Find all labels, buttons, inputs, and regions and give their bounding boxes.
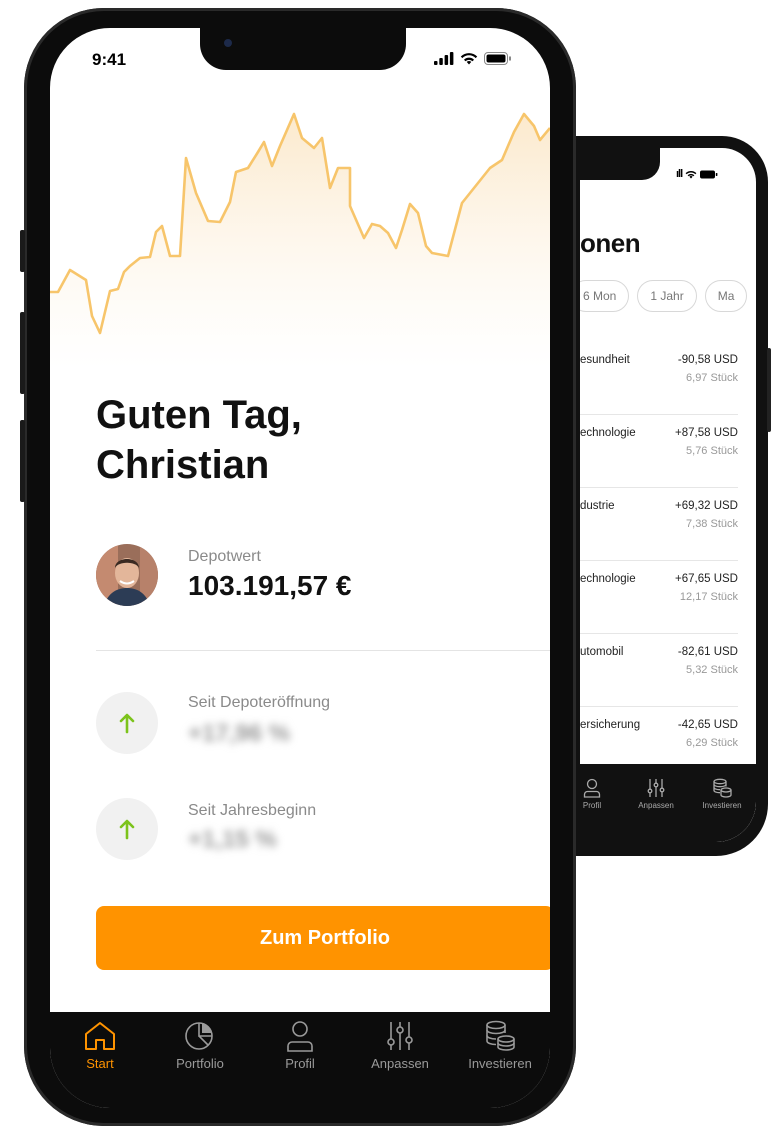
sector-label: esundheit bbox=[580, 354, 630, 366]
nav-item-start[interactable]: Start bbox=[50, 1020, 150, 1071]
battery-icon bbox=[484, 52, 511, 65]
list-item[interactable]: esundheit -90,58 USD 6,97 Stück bbox=[580, 342, 738, 415]
chart-area bbox=[50, 114, 550, 368]
nav-label: Investieren bbox=[702, 801, 742, 810]
volume-down-button bbox=[20, 420, 25, 502]
portfolio-chart bbox=[50, 28, 550, 368]
phone-screen: 9:41 Guten Tag, Christian Depotwert 103.… bbox=[50, 28, 550, 1108]
to-portfolio-button[interactable]: Zum Portfolio bbox=[96, 906, 550, 970]
sector-label: echnologie bbox=[580, 427, 636, 439]
nav-item-profil[interactable]: Profil bbox=[250, 1020, 350, 1071]
since-opening-value: +17,96 % bbox=[188, 720, 291, 747]
positions-list: esundheit -90,58 USD 6,97 Stück echnolog… bbox=[580, 342, 738, 780]
bottom-nav: Start Portfolio Profil Anpassen Investie… bbox=[50, 1012, 550, 1108]
sector-label: echnologie bbox=[580, 573, 636, 585]
time-filter-bar: 6 Mon 1 Jahr Ma bbox=[580, 280, 748, 312]
home-icon bbox=[85, 1022, 115, 1050]
list-item[interactable]: dustrie +69,32 USD 7,38 Stück bbox=[580, 488, 738, 561]
wifi-icon bbox=[685, 170, 697, 178]
nav-label: Start bbox=[86, 1056, 114, 1071]
nav-label: Profil bbox=[285, 1056, 315, 1071]
page-title: onen bbox=[580, 228, 641, 258]
notch bbox=[200, 28, 406, 70]
user-icon bbox=[287, 1021, 313, 1052]
filter-chip-1-year[interactable]: 1 Jahr bbox=[637, 280, 697, 312]
quantity-value: 12,17 Stück bbox=[679, 591, 738, 603]
depot-value: 103.191,57 € bbox=[188, 570, 352, 601]
nav-item-anpassen[interactable]: Anpassen bbox=[626, 778, 686, 810]
bottom-nav: Profil Anpassen Investieren bbox=[580, 764, 756, 842]
status-bar: ıll bbox=[676, 168, 718, 180]
avatar[interactable] bbox=[96, 544, 158, 606]
nav-item-profil[interactable]: Profil bbox=[580, 778, 622, 810]
quantity-value: 6,97 Stück bbox=[686, 372, 738, 384]
wifi-icon bbox=[460, 53, 478, 65]
quantity-value: 5,32 Stück bbox=[686, 664, 738, 676]
depot-label: Depotwert bbox=[188, 548, 261, 565]
nav-label: Investieren bbox=[468, 1056, 532, 1071]
sector-label: utomobil bbox=[580, 646, 624, 658]
nav-item-investieren[interactable]: Investieren bbox=[450, 1020, 550, 1071]
arrow-up-icon bbox=[119, 713, 135, 734]
sliders-icon bbox=[647, 779, 665, 797]
amount-value: +67,65 USD bbox=[675, 573, 738, 585]
coins-icon bbox=[713, 778, 732, 798]
pie-chart-icon bbox=[185, 1022, 213, 1050]
performance-indicator bbox=[96, 798, 158, 860]
nav-item-investieren[interactable]: Investieren bbox=[692, 778, 752, 810]
amount-value: +69,32 USD bbox=[675, 500, 738, 512]
avatar-image bbox=[96, 544, 158, 606]
nav-label: Portfolio bbox=[176, 1056, 224, 1071]
since-opening-label: Seit Depoteröffnung bbox=[188, 694, 331, 711]
status-icons bbox=[434, 52, 512, 65]
nav-item-anpassen[interactable]: Anpassen bbox=[350, 1020, 450, 1071]
amount-value: -82,61 USD bbox=[677, 646, 738, 658]
sliders-icon bbox=[387, 1022, 413, 1050]
sector-label: dustrie bbox=[580, 500, 615, 512]
camera-icon bbox=[224, 39, 232, 47]
list-item[interactable]: echnologie +67,65 USD 12,17 Stück bbox=[580, 561, 738, 634]
quantity-value: 7,38 Stück bbox=[686, 518, 738, 530]
quantity-value: 6,29 Stück bbox=[686, 737, 738, 749]
nav-item-portfolio[interactable]: Portfolio bbox=[150, 1020, 250, 1071]
greeting-heading: Guten Tag, Christian bbox=[96, 390, 516, 490]
filter-chip-6-months[interactable]: 6 Mon bbox=[580, 280, 630, 312]
amount-value: +87,58 USD bbox=[675, 427, 738, 439]
signal-icon: ıll bbox=[676, 168, 683, 180]
portfolio-chart-svg bbox=[50, 112, 550, 368]
battery-icon bbox=[700, 170, 718, 178]
amount-value: -42,65 USD bbox=[677, 719, 738, 731]
list-item[interactable]: utomobil -82,61 USD 5,32 Stück bbox=[580, 634, 738, 707]
mute-switch bbox=[20, 230, 25, 272]
volume-up-button bbox=[20, 312, 25, 394]
divider bbox=[96, 650, 550, 651]
side-button bbox=[767, 348, 771, 432]
status-time: 9:41 bbox=[92, 50, 127, 69]
performance-indicator bbox=[96, 692, 158, 754]
nav-label: Anpassen bbox=[371, 1056, 429, 1071]
list-item[interactable]: echnologie +87,58 USD 5,76 Stück bbox=[580, 415, 738, 488]
arrow-up-icon bbox=[119, 819, 135, 840]
user-icon bbox=[583, 778, 601, 798]
quantity-value: 5,76 Stück bbox=[686, 445, 738, 457]
greeting-line: Guten Tag, bbox=[96, 393, 302, 437]
background-phone: ıll onen 6 Mon 1 Jahr Ma esundheit -90,5… bbox=[560, 136, 771, 856]
since-year-value: +1,15 % bbox=[188, 826, 277, 853]
background-phone-screen: ıll onen 6 Mon 1 Jahr Ma esundheit -90,5… bbox=[580, 148, 756, 842]
sector-label: ersicherung bbox=[580, 719, 641, 731]
amount-value: -90,58 USD bbox=[677, 354, 738, 366]
since-year-label: Seit Jahresbeginn bbox=[188, 802, 317, 819]
user-name: Christian bbox=[96, 443, 270, 487]
foreground-phone: 9:41 Guten Tag, Christian Depotwert 103.… bbox=[20, 8, 576, 1126]
filter-chip-max[interactable]: Ma bbox=[704, 280, 748, 312]
nav-label: Profil bbox=[582, 801, 602, 810]
signal-icon bbox=[434, 52, 454, 65]
nav-label: Anpassen bbox=[638, 801, 674, 810]
notch bbox=[580, 148, 660, 180]
coins-icon bbox=[486, 1020, 515, 1051]
